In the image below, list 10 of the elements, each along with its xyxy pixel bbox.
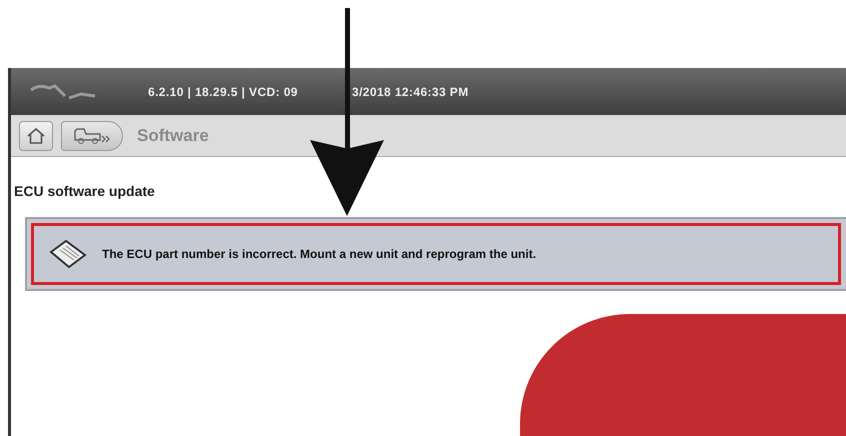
version-info: 6.2.10 | 18.29.5 | VCD: 09 [148, 84, 299, 98]
truck-icon [72, 126, 112, 146]
home-button[interactable] [19, 120, 53, 150]
home-icon [27, 128, 45, 144]
breadcrumb-label: Software [137, 126, 209, 146]
page-heading: ECU software update [13, 182, 156, 201]
error-message: The ECU part number is incorrect. Mount a new unit and reprogram the unit. [102, 247, 536, 261]
version-info: 3/2018 12:46:33 PM [352, 84, 469, 98]
vehicle-button[interactable] [61, 120, 123, 150]
document-icon [48, 238, 88, 270]
